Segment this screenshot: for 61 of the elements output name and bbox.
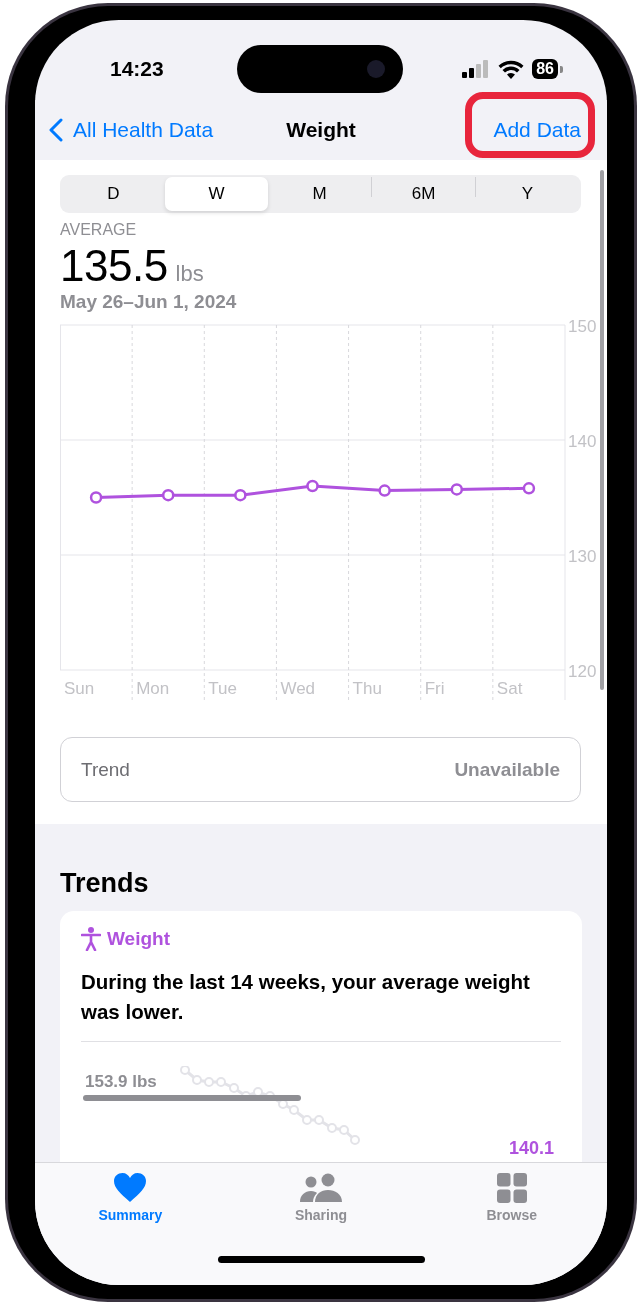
y-axis-label: 140 [568,432,597,451]
range-tab[interactable]: W [165,177,268,211]
trend-point [180,1066,190,1075]
trend-point [327,1123,337,1133]
section-heading: Trends [60,868,149,899]
trend-point [289,1105,299,1115]
range-tab[interactable]: D [62,177,165,211]
trend-label: Trend [81,758,130,781]
data-point [89,491,103,504]
range-tab[interactable]: Y [476,177,579,211]
page-title: Weight [286,118,356,141]
current-average-label: 140.1 [509,1138,555,1159]
average-value: 135.5 [60,241,168,291]
x-axis-label: Mon [136,679,170,698]
previous-average-label: 153.9 lbs [85,1072,157,1092]
trend-point [314,1115,324,1125]
y-axis-label: 120 [568,662,597,681]
x-axis-label: Thu [352,679,382,698]
card-title: Weight [107,928,170,950]
data-point [161,488,175,502]
x-axis-label: Fri [424,679,445,698]
heart-icon [114,1173,147,1203]
trend-point [192,1075,202,1085]
x-axis-label: Sun [64,679,95,698]
trend-point [302,1115,312,1125]
trend-point [278,1099,288,1109]
range-tab[interactable]: 6M [372,177,475,211]
trend-card[interactable]: Weight During the last 14 weeks, your average weight was lower. 153.9 lbs 140.1 [60,911,582,1162]
tab-bar-item[interactable]: Summary [35,1173,226,1223]
signal-icon [462,60,491,78]
trend-description: During the last 14 weeks, your average weight was lower. [81,969,531,1025]
data-point [234,488,247,502]
range-tab[interactable]: M [268,177,371,211]
x-axis-label: Sat [496,679,523,698]
x-axis-label: Tue [208,679,237,698]
trend-point [253,1087,263,1097]
trend-point [339,1125,349,1135]
back-button[interactable]: All Health Data [49,118,214,142]
battery-indicator: 86 [532,59,563,79]
trend-value: Unavailable [454,758,560,781]
average-label: AVERAGE [60,221,138,239]
x-axis-label: Wed [280,679,316,698]
back-chevron-icon [49,118,63,142]
y-axis-label: 130 [568,547,597,566]
wifi-icon [498,59,525,79]
data-point [378,484,391,497]
data-point [306,479,319,493]
person-figure-icon [81,927,101,951]
trend-point [216,1077,226,1087]
trend-point [204,1077,214,1087]
trend-point [350,1135,360,1145]
date-range: May 26–Jun 1, 2024 [60,291,238,313]
trend-point [229,1083,239,1093]
clock: 14:23 [110,56,164,81]
grid-icon [496,1173,527,1203]
unit-label: lbs [175,261,204,287]
data-point [522,482,536,495]
data-point [450,483,464,496]
add-data-button[interactable]: Add Data [493,118,581,142]
y-axis-label: 150 [568,317,597,336]
people-icon [300,1173,342,1203]
